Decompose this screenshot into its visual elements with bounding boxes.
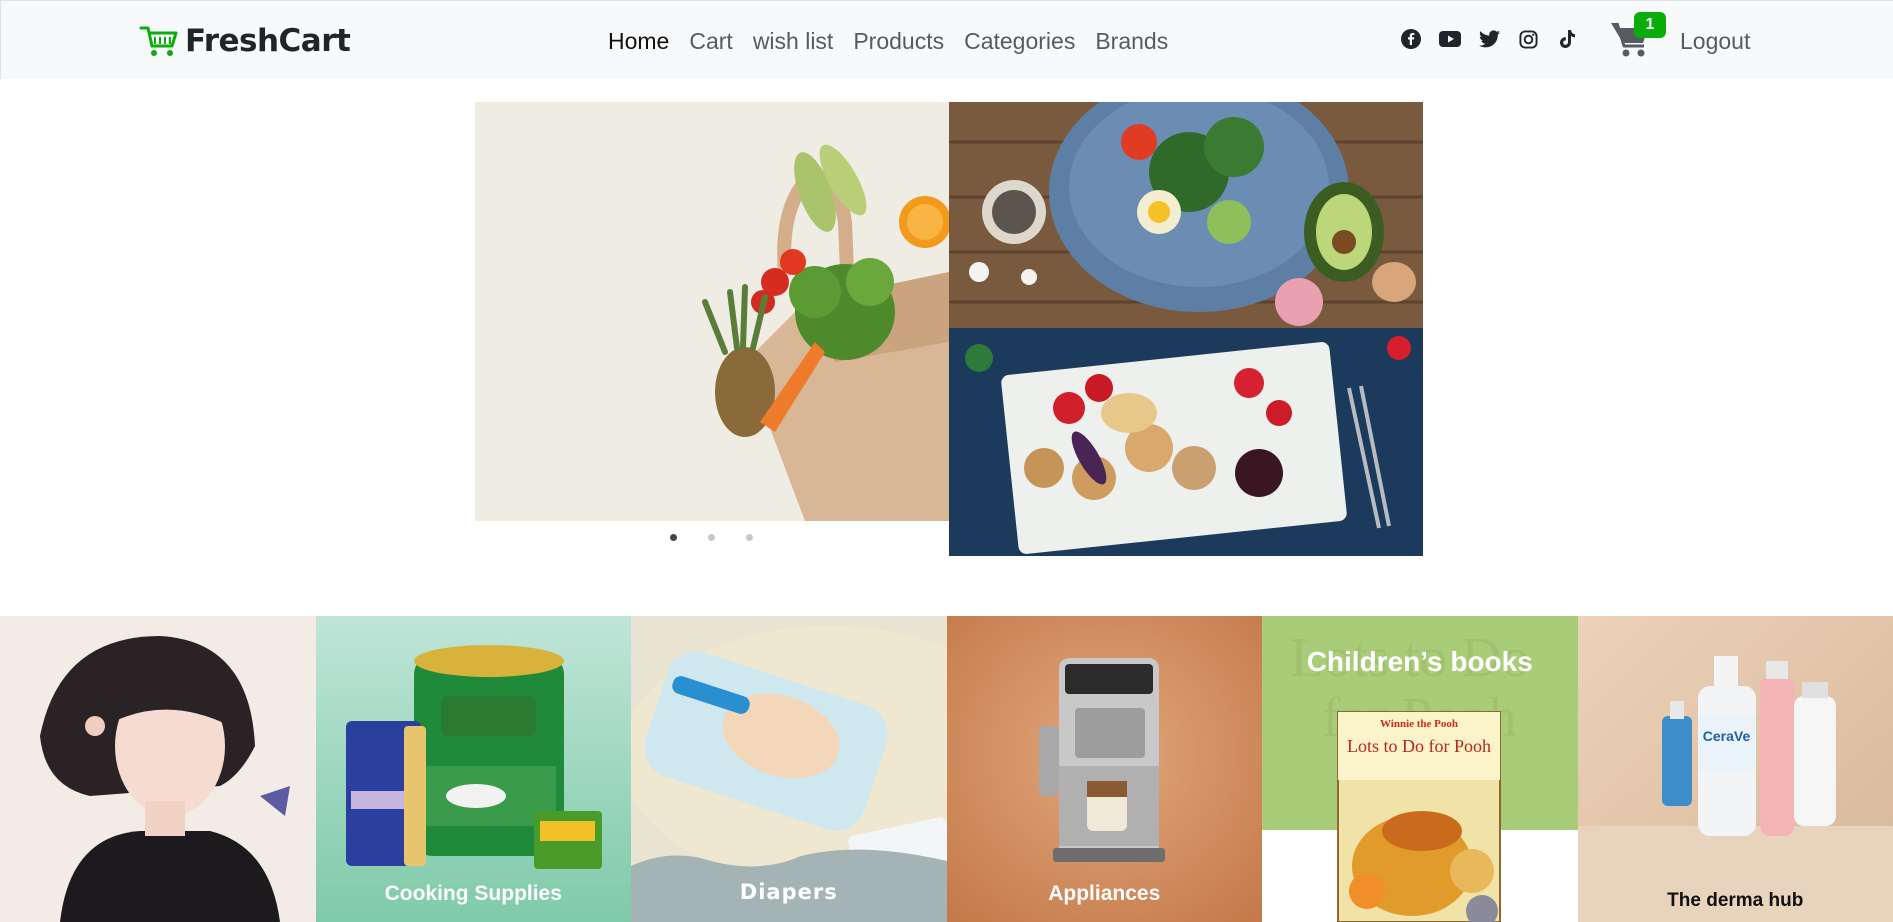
brand-name: FreshCart [185,23,351,59]
category-label: Diapers [739,880,838,904]
category-label: Appliances [1048,882,1161,905]
nav-categories[interactable]: Categories [954,25,1085,57]
category-slider: Cooking Supplies Diapers Appliances Lots… [0,616,1893,922]
slider-dot[interactable] [708,534,715,541]
slider-dot[interactable] [670,534,677,541]
tiktok-icon[interactable] [1556,28,1578,50]
main-slider-image[interactable] [475,102,949,521]
nav-home[interactable]: Home [598,25,679,57]
category-label: Cooking Supplies [384,882,562,905]
product-brand: CeraVe [1702,728,1751,744]
category-label: The derma hub [1667,890,1804,911]
category-card[interactable]: Lots to Do for Pooh Children’s books Win… [1262,616,1578,922]
nav-wishlist[interactable]: wish list [743,25,844,57]
twitter-icon[interactable] [1478,28,1500,50]
facebook-icon[interactable] [1400,28,1422,50]
category-card[interactable] [0,616,316,922]
logout-link[interactable]: Logout [1680,25,1750,57]
cart-button[interactable]: 1 [1610,12,1666,60]
brand-logo[interactable]: FreshCart [139,21,351,61]
slider-dot[interactable] [746,534,753,541]
nav-products[interactable]: Products [843,25,954,57]
book-title: Lots to Do for Pooh [1347,736,1491,756]
category-card[interactable]: CeraVe The derma hub [1577,616,1893,922]
nav-brands[interactable]: Brands [1085,25,1178,57]
category-card[interactable]: Appliances [946,616,1262,922]
side-banner-bottom [949,328,1423,556]
social-links [1400,28,1578,50]
youtube-icon[interactable] [1439,28,1461,50]
side-banner-top [949,102,1423,328]
cart-logo-icon [139,24,179,58]
slider-dots [670,534,753,541]
category-label: Children’s books [1306,646,1533,677]
instagram-icon[interactable] [1517,28,1539,50]
category-card[interactable]: Diapers [631,616,947,922]
nav-cart[interactable]: Cart [679,25,742,57]
navbar: FreshCart Home Cart wish list Products C… [0,0,1893,79]
main-nav: Home Cart wish list Products Categories … [598,25,1178,57]
category-card[interactable]: Cooking Supplies [315,616,631,922]
book-brand: Winnie the Pooh [1379,718,1459,730]
cart-count-badge: 1 [1634,12,1666,38]
